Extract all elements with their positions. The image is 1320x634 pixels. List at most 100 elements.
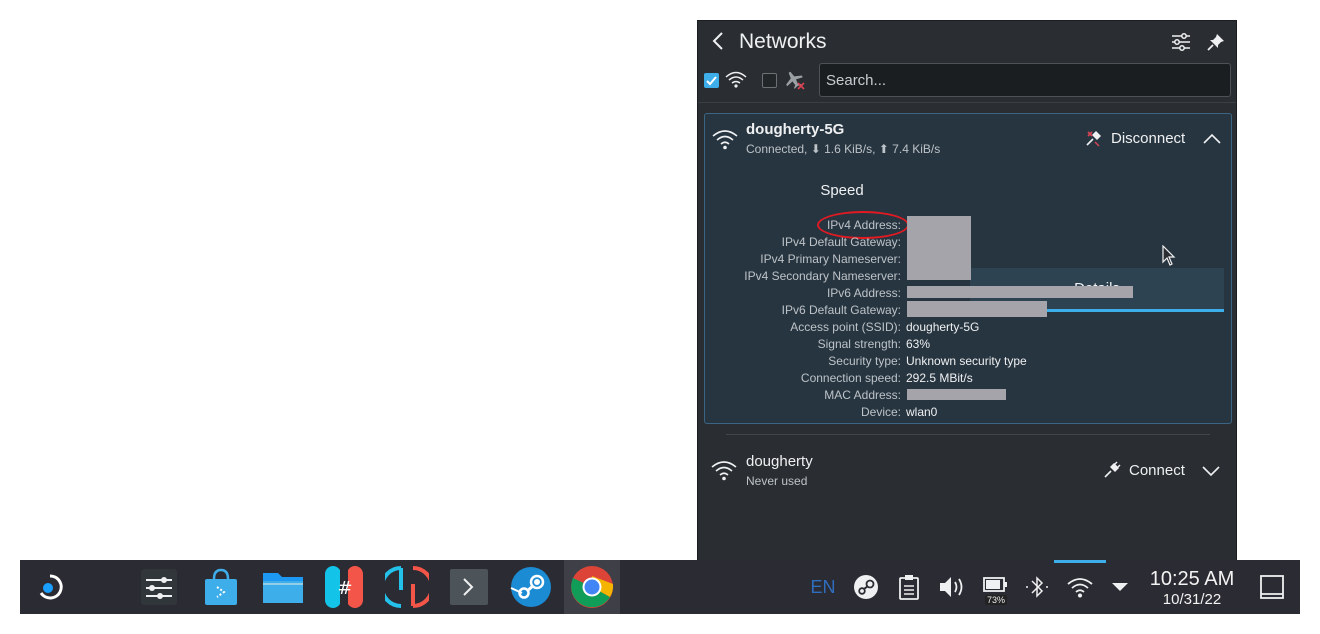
folder-icon: [263, 573, 303, 603]
search-input[interactable]: [819, 63, 1231, 97]
battery-wrapper: 73%: [981, 565, 1011, 609]
network-item-dougherty[interactable]: dougherty Never used Connect: [704, 446, 1232, 496]
sliders-icon: [1172, 33, 1190, 51]
clipboard-icon: [899, 575, 919, 600]
checkmark-icon: [706, 76, 717, 86]
divider: [698, 102, 1236, 103]
expand-chevron-down-icon[interactable]: [1201, 464, 1221, 478]
tray-expand-button[interactable]: [1106, 560, 1134, 614]
airplane-mode-checkbox[interactable]: [762, 73, 777, 88]
detail-row: Access point (SSID): dougherty-5G: [705, 318, 1231, 335]
popup-title: Networks: [739, 30, 827, 53]
disconnect-plug-icon: [1086, 131, 1101, 147]
redacted-mac-address: [907, 389, 1006, 400]
detail-row: Signal strength: 63%: [705, 335, 1231, 352]
connect-label: Connect: [1129, 461, 1185, 479]
disconnect-button[interactable]: Disconnect: [1085, 129, 1185, 147]
collapse-chevron-up-icon[interactable]: [1202, 132, 1222, 146]
detail-value: 292.5 MBit/s: [906, 371, 973, 385]
network-name: dougherty-5G: [746, 121, 845, 138]
show-desktop-icon: [1260, 575, 1284, 599]
pin-button[interactable]: [1203, 29, 1229, 55]
tray-battery[interactable]: 73%: [978, 560, 1014, 614]
detail-label: Device:: [860, 405, 901, 419]
detail-label: Access point (SSID):: [790, 320, 901, 334]
wifi-signal-icon: [712, 130, 738, 150]
taskbar-dolphin[interactable]: [258, 560, 308, 614]
detail-row: Security type: Unknown security type: [705, 352, 1231, 369]
speaker-volume-icon: [940, 577, 963, 597]
triangle-down-icon: [1112, 583, 1128, 591]
detail-label: IPv6 Default Gateway:: [781, 303, 901, 317]
tray-networks[interactable]: [1062, 560, 1098, 614]
switch-controller-icon: #: [325, 566, 363, 608]
detail-label: IPv4 Primary Nameserver:: [760, 252, 901, 266]
detail-label: IPv4 Secondary Nameserver:: [744, 269, 901, 283]
application-launcher[interactable]: [30, 560, 70, 614]
taskbar-system-settings[interactable]: [134, 560, 184, 614]
detail-label: MAC Address:: [824, 388, 901, 402]
taskbar-chrome[interactable]: [564, 560, 620, 614]
network-status: Never used: [746, 474, 808, 488]
svg-text:#: #: [337, 578, 352, 599]
mouse-cursor-icon: [1162, 245, 1176, 266]
terminal-icon: [450, 569, 488, 605]
detail-value: 63%: [906, 337, 931, 351]
battery-percent: 73%: [985, 595, 1008, 605]
taskbar: # EN 73% 10:25 AM 10/31/22: [20, 560, 1300, 614]
popup-header: Networks: [698, 21, 1236, 63]
detail-label: Signal strength:: [817, 337, 901, 351]
taskbar-yuzu[interactable]: [382, 560, 432, 614]
clock-date: 10/31/22: [1162, 591, 1222, 608]
detail-value: dougherty-5G: [906, 320, 980, 334]
yuzu-logo-icon: [385, 566, 429, 608]
detail-label: Security type:: [828, 354, 901, 368]
tray-bluetooth[interactable]: [1022, 560, 1052, 614]
redacted-ipv6-gateway: [907, 301, 1047, 317]
network-status: Connected, ⬇ 1.6 KiB/s, ⬆ 7.4 KiB/s: [746, 142, 941, 156]
wifi-signal-icon: [711, 461, 737, 481]
detail-label: IPv6 Address:: [826, 286, 901, 300]
back-button[interactable]: [706, 29, 730, 53]
detail-label: IPv4 Address:: [826, 218, 901, 232]
tray-steam[interactable]: [850, 560, 882, 614]
detail-label: IPv4 Default Gateway:: [781, 235, 901, 249]
taskbar-konsole[interactable]: [444, 560, 494, 614]
wifi-enabled-checkbox[interactable]: [704, 73, 719, 88]
redacted-ipv6-address: [907, 286, 1133, 298]
redacted-ipv4-values: [907, 216, 971, 280]
chrome-logo-icon: [571, 566, 614, 608]
steam-tray-icon: [854, 575, 878, 599]
keyboard-layout-indicator[interactable]: EN: [806, 560, 840, 614]
connect-plug-icon: [1104, 461, 1121, 478]
taskbar-discover[interactable]: [196, 560, 246, 614]
network-item-dougherty-5g[interactable]: dougherty-5G Connected, ⬇ 1.6 KiB/s, ⬆ 7…: [704, 113, 1232, 424]
tray-volume[interactable]: [936, 560, 968, 614]
detail-row: Connection speed: 292.5 MBit/s: [705, 369, 1231, 386]
taskbar-steam[interactable]: [506, 560, 556, 614]
battery-icon: [983, 577, 1007, 592]
detail-row: Device: wlan0: [705, 403, 1231, 420]
pin-icon: [1207, 34, 1224, 51]
steamos-logo-icon: [39, 574, 63, 600]
chevron-left-icon: [712, 32, 723, 50]
steam-logo-icon: [510, 567, 551, 607]
detail-label: Connection speed:: [800, 371, 901, 385]
wifi-tray-icon: [1067, 578, 1093, 598]
details-tabbar: Speed Details: [714, 168, 1224, 312]
tray-clipboard[interactable]: [894, 560, 924, 614]
bluetooth-icon: [1026, 576, 1048, 598]
detail-value: wlan0: [906, 405, 938, 419]
networks-popup: Networks Search... dougherty-5G Connecte…: [697, 20, 1237, 561]
taskbar-emudeck[interactable]: #: [320, 560, 370, 614]
airplane-mode-icon: [786, 71, 805, 90]
configure-button[interactable]: [1168, 29, 1194, 55]
connect-button[interactable]: Connect: [1103, 461, 1185, 479]
shopping-bag-icon: [205, 568, 237, 605]
settings-sliders-icon: [141, 569, 177, 605]
filter-row: [698, 63, 1236, 101]
wifi-icon: [725, 71, 747, 88]
show-desktop-button[interactable]: [1256, 560, 1288, 614]
tab-speed[interactable]: Speed: [714, 168, 970, 212]
disconnect-label: Disconnect: [1111, 129, 1186, 147]
